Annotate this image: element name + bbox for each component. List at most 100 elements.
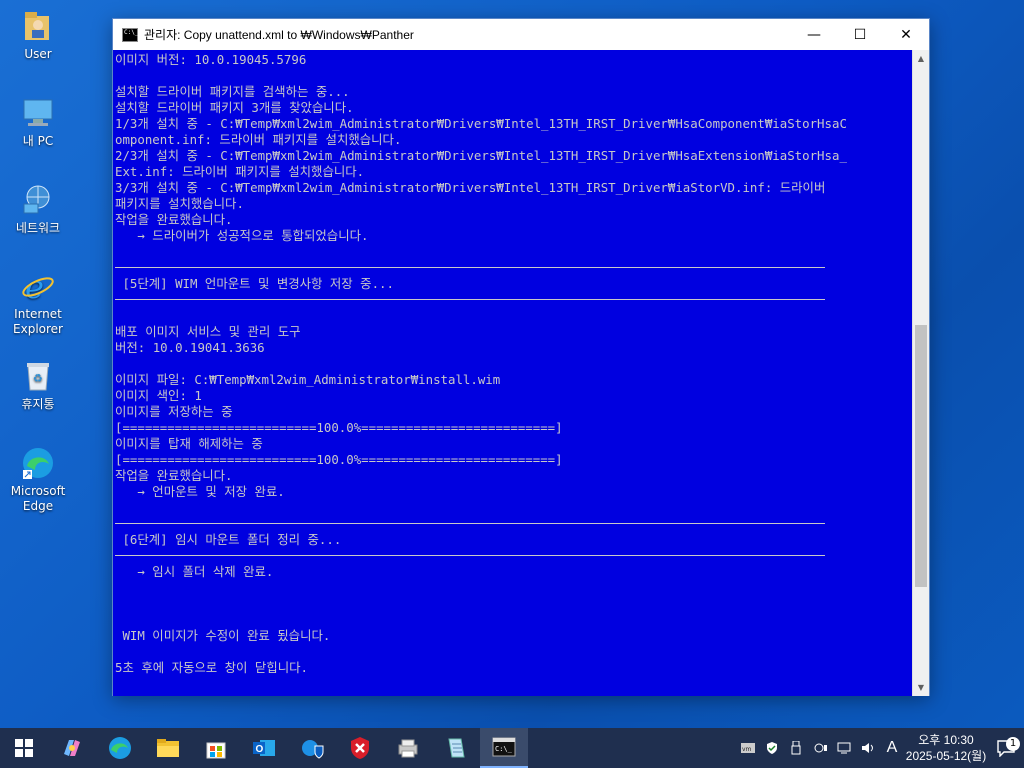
edge-icon — [109, 737, 131, 759]
printer-icon — [398, 739, 418, 758]
console-line: 배포 이미지 서비스 및 관리 도구 — [115, 324, 301, 339]
close-button[interactable]: ✕ — [883, 19, 929, 50]
desktop-icon-user[interactable]: User — [4, 8, 72, 62]
desktop-icon-recycle-bin[interactable]: ♻ 휴지통 — [4, 358, 72, 412]
console-line: 패키지를 설치했습니다. — [115, 196, 244, 211]
svg-text:vm: vm — [742, 746, 752, 753]
antivirus-button[interactable] — [336, 728, 384, 768]
vm-icon[interactable]: vm — [736, 742, 760, 754]
console-line: 1/3개 설치 중 - C:₩Temp₩xml2wim_Administrato… — [115, 116, 847, 131]
svg-text:C:\_: C:\_ — [495, 745, 513, 753]
desktop-icon-label: Microsoft Edge — [10, 484, 66, 513]
console-line: [==========================100.0%=======… — [115, 420, 563, 435]
separator-rule — [115, 292, 913, 308]
clock[interactable]: 오후 10:30 2025-05-12(월) — [904, 732, 988, 764]
cmd-taskbar-button[interactable]: C:\_ — [480, 728, 528, 768]
start-button[interactable] — [0, 728, 48, 768]
camera-icon[interactable] — [808, 742, 832, 754]
console-window[interactable]: 관리자: Copy unattend.xml to ₩Windows₩Panth… — [112, 18, 930, 696]
scroll-down-icon[interactable]: ▼ — [913, 679, 929, 696]
console-line: 작업을 완료했습니다. — [115, 468, 233, 483]
outlook-button[interactable]: O — [240, 728, 288, 768]
system-tray: vm A 오후 10:30 2025-05-12(월) 1 — [736, 728, 1024, 768]
red-shield-icon — [351, 737, 369, 759]
console-line: → 드라이버가 성공적으로 통합되었습니다. — [115, 228, 369, 243]
cmd-icon: C:\_ — [492, 737, 516, 757]
desktop-icon-network[interactable]: 네트워크 — [4, 182, 72, 236]
recycle-bin-icon: ♻ — [20, 358, 56, 394]
console-line: [6단계] 임시 마운트 폴더 정리 중... — [115, 532, 342, 547]
copilot-icon — [64, 740, 80, 756]
desktop-icon-microsoft-edge[interactable]: Microsoft Edge — [4, 445, 72, 514]
security-button[interactable] — [288, 728, 336, 768]
console-line: 이미지를 저장하는 중 — [115, 404, 233, 419]
notification-center-button[interactable]: 1 — [988, 737, 1024, 757]
console-line: Ext.inf: 드라이버 패키지를 설치했습니다. — [115, 164, 365, 179]
console-line: [==========================100.0%=======… — [115, 452, 563, 467]
clock-time: 오후 10:30 — [918, 733, 974, 747]
console-line: 이미지 색인: 1 — [115, 388, 202, 403]
taskbar: O C:\_ vm A 오후 10:30 2025-05-12(월) 1 — [0, 728, 1024, 768]
outlook-icon: O — [253, 740, 275, 756]
console-line: 이미지 파일: C:₩Temp₩xml2wim_Administrator₩in… — [115, 372, 501, 387]
console-line: → 언마운트 및 저장 완료. — [115, 484, 285, 499]
notepad-app-button[interactable] — [432, 728, 480, 768]
store-icon — [206, 742, 226, 759]
console-line: → 임시 폴더 삭제 완료. — [115, 564, 274, 579]
window-titlebar[interactable]: 관리자: Copy unattend.xml to ₩Windows₩Panth… — [113, 19, 929, 50]
window-title: 관리자: Copy unattend.xml to ₩Windows₩Panth… — [144, 28, 414, 42]
shield-network-icon — [302, 740, 324, 759]
internet-explorer-icon: e — [20, 268, 56, 304]
desktop-icon-label: Internet Explorer — [13, 307, 63, 336]
separator-rule — [115, 516, 913, 532]
usb-icon[interactable] — [784, 741, 808, 755]
console-line: [5단계] WIM 언마운트 및 변경사항 저장 중... — [115, 276, 394, 291]
network-status-icon[interactable] — [832, 742, 856, 754]
network-icon — [20, 182, 56, 218]
console-line: 버전: 10.0.19041.3636 — [115, 340, 265, 355]
volume-icon[interactable] — [856, 742, 880, 754]
notification-count-badge: 1 — [1006, 737, 1020, 751]
windows-logo-icon — [15, 739, 33, 757]
console-line: 설치할 드라이버 패키지를 검색하는 중... — [115, 84, 350, 99]
edge-taskbar-button[interactable] — [96, 728, 144, 768]
separator-rule — [115, 260, 913, 276]
console-line: 2/3개 설치 중 - C:₩Temp₩xml2wim_Administrato… — [115, 148, 847, 163]
folder-icon — [157, 739, 179, 757]
desktop-icon-label: User — [24, 47, 52, 61]
desktop-icon-label: 네트워크 — [15, 221, 61, 235]
console-line: 이미지 버전: 10.0.19045.5796 — [115, 52, 307, 67]
scrollbar-thumb[interactable] — [915, 325, 927, 587]
desktop-icon-label: 휴지통 — [21, 397, 55, 411]
console-line: 작업을 완료했습니다. — [115, 212, 233, 227]
console-line: 3/3개 설치 중 - C:₩Temp₩xml2wim_Administrato… — [115, 180, 826, 195]
console-line: 이미지를 탑재 해제하는 중 — [115, 436, 263, 451]
desktop-icon-label: 내 PC — [22, 134, 54, 148]
svg-text:O: O — [256, 744, 264, 755]
maximize-button[interactable]: ☐ — [837, 19, 883, 50]
scroll-up-icon[interactable]: ▲ — [913, 50, 929, 67]
desktop-icon-internet-explorer[interactable]: e Internet Explorer — [4, 268, 72, 337]
security-shield-icon[interactable] — [760, 741, 784, 755]
cmd-icon — [122, 27, 138, 42]
console-line: WIM 이미지가 수정이 완료 됬습니다. — [115, 628, 331, 643]
copilot-button[interactable] — [48, 728, 96, 768]
ime-indicator[interactable]: A — [880, 739, 904, 757]
separator-rule — [115, 548, 913, 564]
console-line: 5초 후에 자동으로 창이 닫힙니다. — [115, 660, 308, 675]
console-output[interactable]: 이미지 버전: 10.0.19045.5796 설치할 드라이버 패키지를 검색하… — [113, 50, 913, 696]
minimize-button[interactable]: — — [791, 19, 837, 50]
printer-app-button[interactable] — [384, 728, 432, 768]
vertical-scrollbar[interactable]: ▲ ▼ — [912, 50, 929, 696]
store-button[interactable] — [192, 728, 240, 768]
file-explorer-button[interactable] — [144, 728, 192, 768]
clock-date: 2025-05-12(월) — [905, 749, 987, 763]
desktop-icon-this-pc[interactable]: 내 PC — [4, 95, 72, 149]
notepad-icon — [448, 738, 465, 758]
